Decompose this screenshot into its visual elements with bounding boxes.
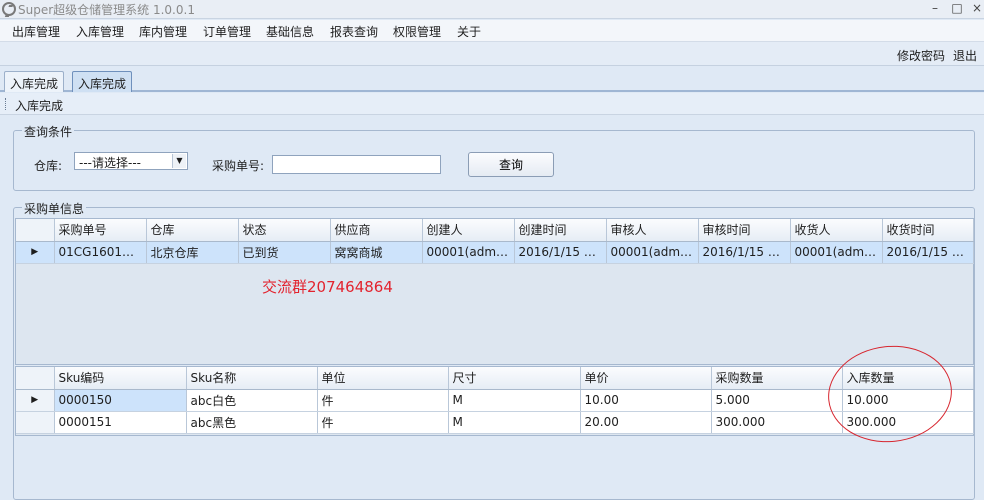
account-toolbar: 修改密码 退出 — [0, 42, 984, 66]
query-group-title: 查询条件 — [22, 123, 75, 140]
col-review-time[interactable]: 审核时间 — [698, 219, 791, 242]
panel-title: 入库完成 — [15, 99, 64, 113]
cell-unit[interactable]: 件 — [317, 389, 449, 412]
col-created-time[interactable]: 创建时间 — [514, 219, 607, 242]
panel-header: 入库完成 — [0, 93, 984, 115]
menu-about[interactable]: 关于 — [457, 23, 481, 40]
cell-status[interactable]: 已到货 — [238, 241, 331, 264]
cell-purchase-qty[interactable]: 5.000 — [711, 389, 843, 412]
col-sku-name[interactable]: Sku名称 — [186, 367, 318, 390]
row-header-corner — [16, 219, 55, 242]
row-header-corner — [16, 367, 55, 390]
search-button[interactable]: 查询 — [468, 152, 554, 177]
cell-sku-code[interactable]: 0000151 — [54, 411, 187, 434]
col-reviewer[interactable]: 审核人 — [606, 219, 699, 242]
current-row-arrow-icon[interactable]: ▶ — [16, 241, 55, 264]
col-size[interactable]: 尺寸 — [448, 367, 581, 390]
warehouse-select-value: ---请选择--- — [79, 156, 141, 170]
col-status[interactable]: 状态 — [238, 219, 331, 242]
cell-unit[interactable]: 件 — [317, 411, 449, 434]
title-bar: Super超级仓储管理系统 1.0.0.1 – □ × — [0, 0, 984, 19]
po-grid-header: 采购单号 仓库 状态 供应商 创建人 创建时间 审核人 审核时间 收货人 收货时… — [16, 219, 974, 242]
menu-orders[interactable]: 订单管理 — [203, 23, 251, 40]
cell-unit-price[interactable]: 10.00 — [580, 389, 712, 412]
col-po-number[interactable]: 采购单号 — [54, 219, 147, 242]
cell-creator[interactable]: 00001(admin) — [422, 241, 515, 264]
col-supplier[interactable]: 供应商 — [330, 219, 423, 242]
col-unit[interactable]: 单位 — [317, 367, 449, 390]
tab-inbound-complete-2[interactable]: 入库完成 — [72, 71, 133, 92]
menu-reports[interactable]: 报表查询 — [330, 23, 378, 40]
close-button[interactable]: × — [966, 0, 984, 18]
col-sku-code[interactable]: Sku编码 — [54, 367, 187, 390]
col-warehouse[interactable]: 仓库 — [146, 219, 239, 242]
current-row-arrow-icon[interactable]: ▶ — [16, 389, 55, 412]
cell-sku-name[interactable]: abc白色 — [186, 389, 318, 412]
cell-sku-code[interactable]: 0000150 — [54, 389, 187, 412]
table-row[interactable]: 0000151 abc黑色 件 M 20.00 300.000 300.000 — [16, 411, 974, 434]
cell-unit-price[interactable]: 20.00 — [580, 411, 712, 434]
menu-inbound[interactable]: 入库管理 — [76, 23, 124, 40]
logout-link[interactable]: 退出 — [953, 47, 977, 64]
menu-in-warehouse[interactable]: 库内管理 — [139, 23, 187, 40]
row-header[interactable] — [16, 411, 55, 434]
cell-sku-name[interactable]: abc黑色 — [186, 411, 318, 434]
col-receiver[interactable]: 收货人 — [790, 219, 883, 242]
purchase-order-grid: 采购单号 仓库 状态 供应商 创建人 创建时间 审核人 审核时间 收货人 收货时… — [15, 218, 974, 365]
cell-reviewer[interactable]: 00001(admin) — [606, 241, 699, 264]
cell-po-number[interactable]: 01CG1601150001 — [54, 241, 147, 264]
po-group-title: 采购单信息 — [22, 200, 87, 217]
document-tabs: 入库完成 入库完成 — [0, 66, 984, 92]
tab-inbound-complete-1[interactable]: 入库完成 — [4, 71, 65, 92]
menu-bar: 出库管理 入库管理 库内管理 订单管理 基础信息 报表查询 权限管理 关于 — [0, 20, 984, 42]
po-number-label: 采购单号: — [212, 159, 265, 173]
cell-purchase-qty[interactable]: 300.000 — [711, 411, 843, 434]
change-password-link[interactable]: 修改密码 — [897, 47, 945, 64]
maximize-button[interactable]: □ — [946, 0, 968, 18]
col-unit-price[interactable]: 单价 — [580, 367, 712, 390]
cell-warehouse[interactable]: 北京仓库 — [146, 241, 239, 264]
warehouse-label: 仓库: — [34, 159, 63, 173]
cell-receiver[interactable]: 00001(admin) — [790, 241, 883, 264]
watermark-text: 交流群207464864 — [262, 278, 393, 296]
cell-supplier[interactable]: 窝窝商城 — [330, 241, 423, 264]
cell-receive-time[interactable]: 2016/1/15 15:36 — [882, 241, 974, 264]
menu-outbound[interactable]: 出库管理 — [12, 23, 60, 40]
col-creator[interactable]: 创建人 — [422, 219, 515, 242]
cell-created-time[interactable]: 2016/1/15 14:21 — [514, 241, 607, 264]
menu-basic-info[interactable]: 基础信息 — [266, 23, 314, 40]
menu-permissions[interactable]: 权限管理 — [393, 23, 441, 40]
col-purchase-qty[interactable]: 采购数量 — [711, 367, 843, 390]
cell-size[interactable]: M — [448, 389, 581, 412]
col-receive-time[interactable]: 收货时间 — [882, 219, 974, 242]
table-row[interactable]: ▶ 01CG1601150001 北京仓库 已到货 窝窝商城 00001(adm… — [16, 241, 974, 264]
dropdown-arrow-icon[interactable]: ▼ — [172, 154, 186, 168]
po-number-input[interactable] — [272, 155, 441, 174]
toolbar-grip-icon[interactable] — [5, 98, 7, 110]
window-title: Super超级仓储管理系统 1.0.0.1 — [18, 3, 195, 17]
minimize-button[interactable]: – — [924, 0, 946, 18]
warehouse-select[interactable]: ---请选择--- ▼ — [74, 152, 188, 170]
app-logo-icon — [2, 2, 16, 16]
cell-size[interactable]: M — [448, 411, 581, 434]
cell-review-time[interactable]: 2016/1/15 14:26 — [698, 241, 791, 264]
